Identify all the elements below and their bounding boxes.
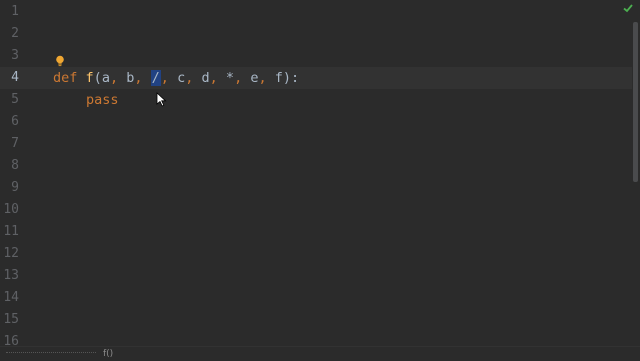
- line-number: 8: [11, 158, 19, 173]
- comma: ,: [258, 70, 267, 86]
- line-number-current: 4: [11, 70, 19, 85]
- line-number: 7: [11, 136, 19, 151]
- line-number: 6: [11, 114, 19, 129]
- selected-positional-only-marker[interactable]: /: [150, 70, 161, 86]
- line-number: 1: [11, 4, 19, 19]
- line-number: 5: [11, 92, 19, 107]
- line-number: 11: [3, 224, 19, 239]
- line-number: 13: [3, 268, 19, 283]
- keyword-only-marker: *: [225, 70, 235, 86]
- mouse-cursor-icon: [156, 92, 167, 107]
- breadcrumb-divider: [6, 352, 96, 354]
- comma: ,: [160, 70, 169, 86]
- comma: ,: [185, 70, 194, 86]
- line-number: 3: [11, 48, 19, 63]
- comma: ,: [134, 70, 143, 86]
- code-line-4[interactable]: def f(a, b, /, c, d, *, e, f):: [53, 67, 299, 89]
- line-number: 12: [3, 246, 19, 261]
- function-name: f: [85, 70, 94, 86]
- editor-breadcrumb-bar: f(): [0, 346, 640, 361]
- line-number: 15: [3, 312, 19, 327]
- keyword-def: def: [53, 70, 78, 86]
- line-number: 10: [3, 202, 19, 217]
- code-editor[interactable]: 1 2 3 4 5 6 7 8 9 10 11 12 13 14 15 16 d…: [0, 0, 640, 346]
- line-number: 14: [3, 290, 19, 305]
- breadcrumb-function[interactable]: f(): [103, 347, 113, 361]
- code-line-5[interactable]: pass: [86, 89, 119, 111]
- param-d: d: [201, 70, 210, 86]
- lightbulb-icon[interactable]: [55, 55, 65, 67]
- comma: ,: [109, 70, 119, 86]
- open-paren: (: [93, 70, 102, 86]
- comma: ,: [209, 70, 218, 86]
- param-a: a: [101, 70, 110, 86]
- vertical-scrollbar[interactable]: [633, 22, 638, 182]
- line-number: 16: [3, 334, 19, 346]
- line-number: 2: [11, 26, 19, 41]
- line-number-gutter[interactable]: 1 2 3 4 5 6 7 8 9 10 11 12 13 14 15 16: [0, 0, 26, 346]
- check-icon[interactable]: [622, 2, 634, 14]
- param-c: c: [177, 70, 186, 86]
- comma: ,: [234, 70, 243, 86]
- close-paren-colon: ):: [282, 70, 300, 86]
- line-number: 9: [11, 180, 19, 195]
- param-f: f: [274, 70, 283, 86]
- keyword-pass: pass: [86, 92, 119, 108]
